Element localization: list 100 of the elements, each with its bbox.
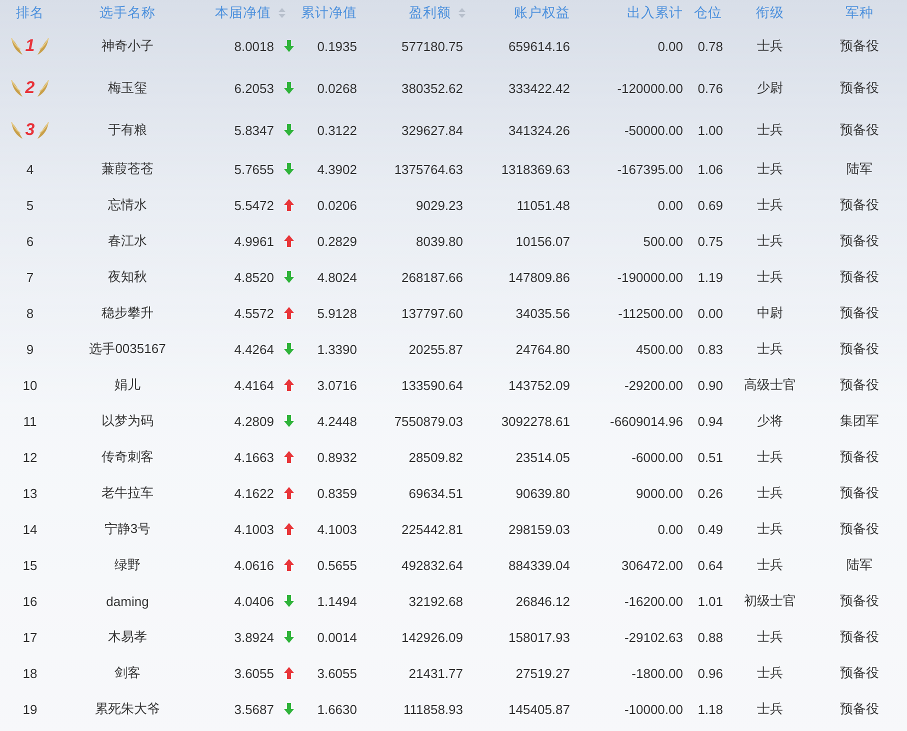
column-header: 排名: [16, 4, 44, 22]
player-name[interactable]: 累死朱大爷: [95, 700, 160, 718]
account-equity: 11051.48: [516, 198, 570, 212]
profit-amount: 225442.81: [402, 522, 463, 536]
current-nav: 4.0406: [234, 594, 274, 608]
player-name[interactable]: 春江水: [108, 232, 147, 250]
rank-number: 7: [26, 270, 34, 284]
position-ratio: 0.00: [698, 306, 723, 320]
account-equity: 23514.05: [516, 450, 570, 464]
player-name[interactable]: 蒹葭苍苍: [102, 160, 154, 178]
rank-number: 8: [26, 306, 34, 320]
current-nav: 3.6055: [234, 666, 274, 680]
profit-amount: 137797.60: [402, 306, 463, 320]
player-name[interactable]: 以梦为码: [102, 412, 154, 430]
account-equity: 298159.03: [508, 522, 570, 536]
wing-icon: [36, 36, 50, 56]
player-name[interactable]: 神奇小子: [102, 37, 154, 55]
cash-flow-total: 4500.00: [636, 342, 683, 356]
rank-number: 3: [25, 120, 35, 140]
position-ratio: 1.06: [698, 162, 723, 176]
player-name[interactable]: 稳步攀升: [102, 304, 154, 322]
rank-grade: 士兵: [757, 160, 783, 178]
sort-icon[interactable]: [278, 6, 286, 18]
cash-flow-total: 306472.00: [622, 558, 683, 572]
account-equity: 24764.80: [516, 342, 570, 356]
position-ratio: 1.00: [698, 122, 723, 138]
position-ratio: 0.69: [698, 198, 723, 212]
rank-number: 5: [26, 198, 34, 212]
current-nav: 4.1622: [234, 486, 274, 500]
rank-number: 2: [25, 78, 35, 98]
cash-flow-total: -6000.00: [632, 450, 683, 464]
wing-icon: [10, 36, 24, 56]
cash-flow-total: -29102.63: [624, 630, 683, 644]
account-equity: 26846.12: [516, 594, 570, 608]
service-branch: 预备役: [840, 484, 879, 502]
profit-amount: 7550879.03: [394, 414, 463, 428]
account-equity: 27519.27: [516, 666, 570, 680]
cash-flow-total: 500.00: [643, 234, 683, 248]
current-nav: 4.2809: [234, 414, 274, 428]
position-ratio: 0.51: [698, 450, 723, 464]
rank-number: 13: [22, 486, 38, 500]
player-name[interactable]: 老牛拉车: [102, 484, 154, 502]
service-branch: 陆军: [846, 160, 872, 178]
player-name[interactable]: 剑客: [114, 664, 140, 682]
cumulative-nav: 4.1003: [317, 522, 357, 536]
position-ratio: 1.19: [698, 270, 723, 284]
player-name[interactable]: 传奇刺客: [102, 448, 154, 466]
current-nav: 4.1663: [234, 450, 274, 464]
cumulative-nav: 1.6630: [317, 702, 357, 716]
service-branch: 预备役: [840, 304, 879, 322]
current-nav: 8.0018: [234, 38, 274, 54]
position-ratio: 0.96: [698, 666, 723, 680]
rank-grade: 士兵: [757, 232, 783, 250]
service-branch: 预备役: [840, 121, 879, 139]
player-name[interactable]: 木易孝: [108, 628, 147, 646]
cumulative-nav: 0.1935: [317, 38, 357, 54]
current-nav: 3.5687: [234, 702, 274, 716]
profit-amount: 142926.09: [402, 630, 463, 644]
rank-grade: 士兵: [757, 520, 783, 538]
account-equity: 158017.93: [508, 630, 570, 644]
account-equity: 1318369.63: [501, 162, 570, 176]
rank-grade: 士兵: [757, 121, 783, 139]
column-header: 累计净值: [301, 4, 357, 22]
rank-number: 17: [22, 630, 38, 644]
rank-number: 16: [22, 594, 38, 608]
player-name[interactable]: 娟儿: [114, 376, 140, 394]
profit-amount: 329627.84: [402, 122, 463, 138]
player-name[interactable]: 宁静3号: [104, 520, 151, 538]
position-ratio: 0.76: [698, 80, 723, 96]
cash-flow-total: -6609014.96: [610, 414, 683, 428]
service-branch: 陆军: [846, 556, 872, 574]
player-name[interactable]: daming: [106, 594, 149, 608]
cash-flow-total: 0.00: [658, 198, 683, 212]
account-equity: 147809.86: [508, 270, 570, 284]
player-name[interactable]: 梅玉玺: [108, 79, 147, 97]
wing-icon: [36, 120, 50, 140]
account-equity: 3092278.61: [501, 414, 570, 428]
rank-grade: 士兵: [757, 196, 783, 214]
cumulative-nav: 4.8024: [317, 270, 357, 284]
player-name[interactable]: 绿野: [114, 556, 140, 574]
player-name[interactable]: 夜知秋: [108, 268, 147, 286]
position-ratio: 0.88: [698, 630, 723, 644]
rank-grade: 初级士官: [744, 592, 796, 610]
cash-flow-total: -16200.00: [624, 594, 683, 608]
cumulative-nav: 0.2829: [317, 234, 357, 248]
player-name[interactable]: 忘情水: [108, 196, 147, 214]
cash-flow-total: -167395.00: [617, 162, 683, 176]
sort-icon[interactable]: [458, 6, 466, 18]
player-name[interactable]: 于有粮: [108, 121, 147, 139]
cash-flow-total: -29200.00: [624, 378, 683, 392]
cumulative-nav: 0.8359: [317, 486, 357, 500]
cumulative-nav: 0.0268: [317, 80, 357, 96]
player-name[interactable]: 选手0035167: [89, 340, 166, 358]
cumulative-nav: 4.3902: [317, 162, 357, 176]
position-ratio: 0.75: [698, 234, 723, 248]
rank-number: 4: [26, 162, 34, 176]
rank-grade: 士兵: [757, 268, 783, 286]
service-branch: 预备役: [840, 592, 879, 610]
current-nav: 4.5572: [234, 306, 274, 320]
service-branch: 预备役: [840, 79, 879, 97]
